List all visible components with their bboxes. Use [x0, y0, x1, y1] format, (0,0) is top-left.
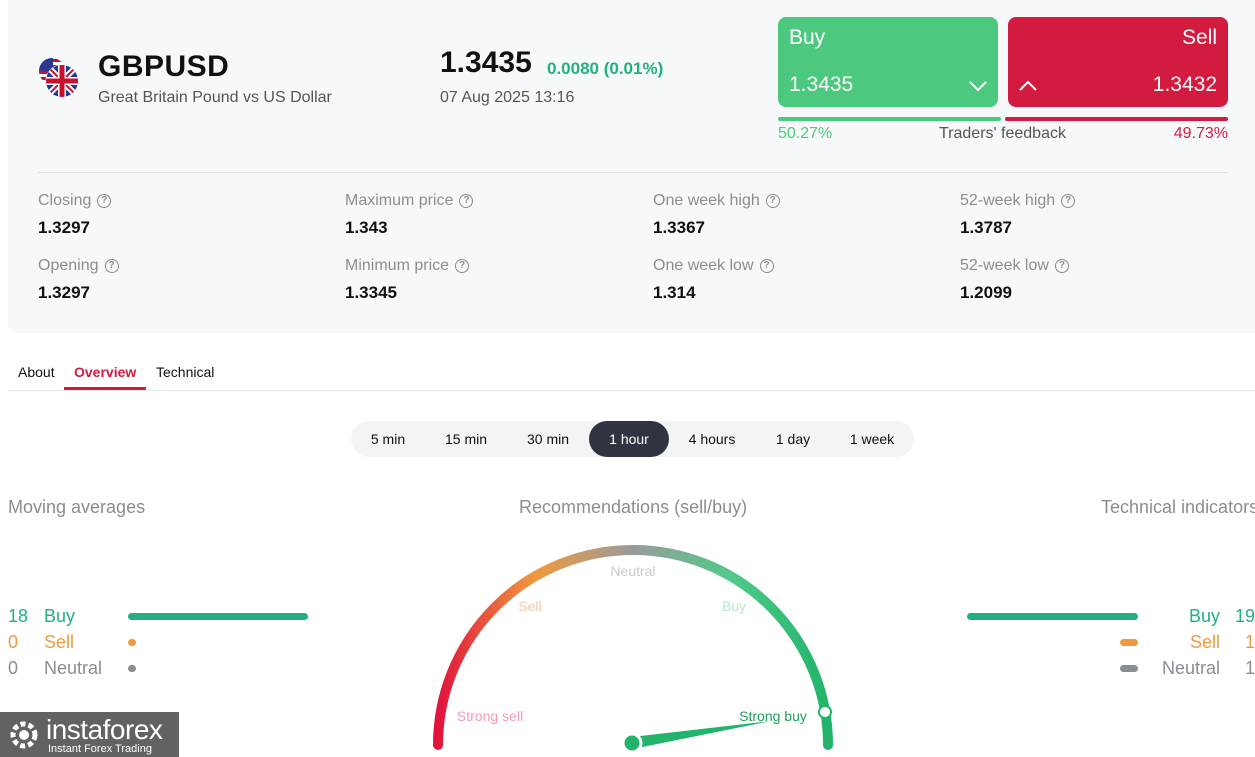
- stat-label: 52-week low: [960, 257, 1049, 274]
- help-icon[interactable]: ?: [97, 194, 112, 208]
- gauge-pivot: [621, 732, 643, 754]
- ti-neutral-bar: [1120, 665, 1138, 672]
- moving-averages-title: Moving averages: [8, 497, 146, 517]
- stat-value: 1.3297: [38, 218, 90, 237]
- stat-value: 1.3297: [38, 283, 90, 302]
- instaforex-logo-icon: [10, 721, 38, 749]
- help-icon[interactable]: ?: [759, 259, 774, 273]
- sell-button[interactable]: Sell 1.3432: [1008, 17, 1228, 107]
- period-1-week[interactable]: 1 week: [831, 421, 913, 457]
- stat-label: Opening: [38, 257, 99, 274]
- buy-button[interactable]: Buy 1.3435: [778, 17, 998, 107]
- sell-label: Sell: [1181, 26, 1217, 49]
- period-30-min[interactable]: 30 min: [507, 421, 589, 457]
- ma-neutral-bar: [128, 665, 136, 672]
- stat-one-week-high: One week high? 1.3367: [653, 192, 780, 238]
- period-5-min[interactable]: 5 min: [351, 421, 425, 457]
- gbpusd-flag-icon: [39, 58, 79, 98]
- stat-value: 1.3345: [345, 283, 397, 302]
- section-tabs: About Overview Technical: [8, 357, 1255, 391]
- instrument-symbol: GBPUSD: [98, 50, 230, 83]
- stat-label: One week high: [653, 192, 760, 209]
- feedback-buy-percent: 50.27%: [778, 125, 833, 142]
- tab-technical[interactable]: Technical: [156, 364, 214, 380]
- feedback-sell-bar: [1005, 117, 1228, 121]
- help-icon[interactable]: ?: [104, 259, 119, 273]
- active-tab-indicator: [64, 387, 146, 390]
- ma-buy-bar: [128, 613, 308, 620]
- ma-sell-label: Sell: [44, 632, 75, 652]
- ti-buy-bar: [967, 613, 1138, 620]
- quote-datetime: 07 Aug 2025 13:16: [440, 89, 575, 106]
- stat-minimum-price: Minimum price? 1.3345: [345, 257, 470, 303]
- stat-52-week-low: 52-week low? 1.2099: [960, 257, 1069, 303]
- period-1-day[interactable]: 1 day: [755, 421, 831, 457]
- ma-sell-bar: [128, 639, 136, 646]
- stat-52-week-high: 52-week high? 1.3787: [960, 192, 1076, 238]
- ti-neutral-count: 1: [1245, 658, 1255, 678]
- timeframe-selector: 5 min 15 min 30 min 1 hour 4 hours 1 day…: [351, 421, 914, 457]
- ma-neutral-count: 0: [8, 658, 19, 678]
- ti-sell-bar: [1120, 639, 1138, 646]
- recommendation-gauge: Neutral Sell Buy Strong sell Strong buy: [433, 545, 833, 754]
- recommendations-title: Recommendations (sell/buy): [519, 497, 748, 517]
- stat-value: 1.314: [653, 283, 696, 302]
- tab-overview[interactable]: Overview: [74, 364, 136, 380]
- sell-price: 1.3432: [1152, 73, 1217, 96]
- help-icon[interactable]: ?: [455, 259, 470, 273]
- gauge-marker: [818, 705, 832, 719]
- tab-about[interactable]: About: [18, 364, 55, 380]
- ma-neutral-label: Neutral: [44, 658, 103, 678]
- price-change: 0.0080 (0.01%): [547, 59, 664, 78]
- ti-neutral-label: Neutral: [1162, 658, 1221, 678]
- stat-closing: Closing? 1.3297: [38, 192, 112, 238]
- ti-buy-label: Buy: [1189, 606, 1221, 626]
- ti-sell-label: Sell: [1190, 632, 1221, 652]
- period-1-hour[interactable]: 1 hour: [589, 421, 669, 457]
- stat-label: One week low: [653, 257, 754, 274]
- logo-tagline: Instant Forex Trading: [48, 743, 152, 755]
- instrument-description: Great Britain Pound vs US Dollar: [98, 89, 332, 106]
- chevron-up-icon: [1019, 80, 1037, 91]
- gauge-needle: [631, 721, 771, 749]
- stat-label: 52-week high: [960, 192, 1056, 209]
- ma-sell-count: 0: [8, 632, 19, 652]
- gauge-label-neutral: Neutral: [610, 563, 655, 579]
- help-icon[interactable]: ?: [1054, 259, 1069, 273]
- instaforex-logo: instaforex Instant Forex Trading: [0, 712, 179, 757]
- stat-label: Closing: [38, 192, 92, 209]
- stat-value: 1.3367: [653, 218, 705, 237]
- feedback-title: Traders' feedback: [939, 125, 1066, 142]
- ti-buy-count: 19: [1235, 606, 1255, 626]
- feedback-buy-bar: [778, 117, 1001, 121]
- technical-indicators-title: Technical indicators: [1101, 497, 1255, 517]
- period-15-min[interactable]: 15 min: [425, 421, 507, 457]
- card-divider: [38, 172, 1228, 173]
- stat-maximum-price: Maximum price? 1.343: [345, 192, 474, 238]
- stat-one-week-low: One week low? 1.314: [653, 257, 774, 303]
- chevron-down-icon: [969, 81, 987, 92]
- ma-buy-count: 18: [8, 606, 29, 626]
- buy-price: 1.3435: [789, 73, 854, 96]
- period-4-hours[interactable]: 4 hours: [669, 421, 755, 457]
- gauge-label-strong-sell: Strong sell: [457, 708, 523, 724]
- ma-buy-label: Buy: [44, 606, 76, 626]
- gauge-label-sell: Sell: [518, 598, 541, 614]
- buy-label: Buy: [789, 26, 826, 49]
- help-icon[interactable]: ?: [459, 194, 474, 208]
- current-price: 1.3435: [440, 46, 532, 79]
- stat-opening: Opening? 1.3297: [38, 257, 119, 303]
- ti-sell-count: 1: [1245, 632, 1255, 652]
- stat-value: 1.343: [345, 218, 388, 237]
- stat-value: 1.2099: [960, 283, 1012, 302]
- stat-value: 1.3787: [960, 218, 1012, 237]
- logo-brand: instaforex: [46, 714, 163, 745]
- gauge-label-buy: Buy: [722, 598, 746, 614]
- feedback-sell-percent: 49.73%: [1173, 125, 1228, 142]
- stat-label: Minimum price: [345, 257, 450, 274]
- help-icon[interactable]: ?: [1061, 194, 1076, 208]
- stat-label: Maximum price: [345, 192, 454, 209]
- help-icon[interactable]: ?: [765, 194, 780, 208]
- gauge-label-strong-buy: Strong buy: [739, 708, 807, 724]
